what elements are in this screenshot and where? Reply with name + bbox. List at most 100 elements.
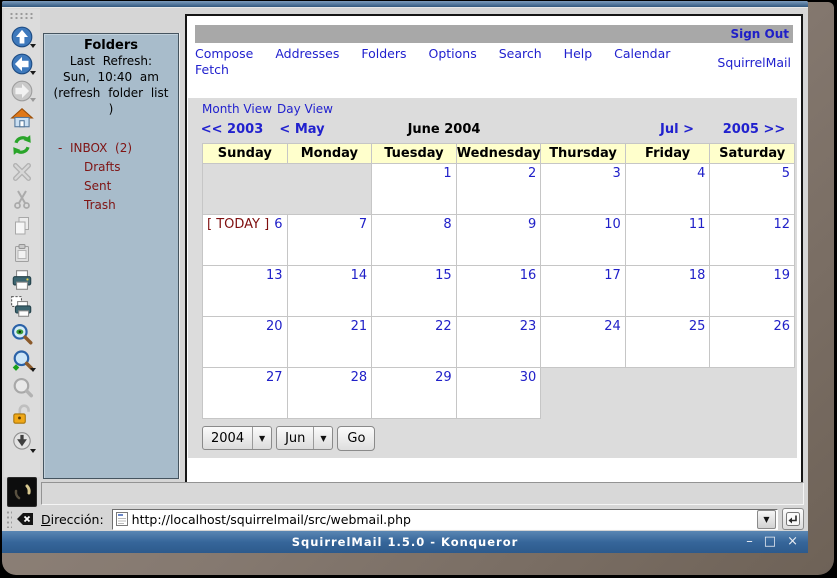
next-month-link[interactable]: Jul > [660, 122, 694, 137]
day-link-15[interactable]: 15 [435, 268, 452, 283]
url-input[interactable]: http://localhost/squirrelmail/src/webmai… [132, 512, 757, 527]
clear-location-icon[interactable] [16, 511, 35, 527]
print-button[interactable] [7, 266, 37, 293]
folder-item-trash[interactable]: Trash [58, 196, 178, 215]
day-link-11[interactable]: 11 [689, 217, 706, 232]
day-link-25[interactable]: 25 [689, 319, 706, 334]
day-link-24[interactable]: 24 [604, 319, 621, 334]
refresh-folder-list-link[interactable]: (refresh folder list [44, 85, 178, 101]
month-select[interactable]: Jun ▼ [276, 426, 333, 450]
calendar-day-cell-11[interactable]: 11 [625, 215, 710, 266]
day-view-link[interactable]: Day View [277, 102, 333, 116]
calendar-day-cell-8[interactable]: 8 [372, 215, 457, 266]
folder-item-sent[interactable]: Sent [58, 177, 178, 196]
refresh-folder-list-link-close[interactable]: ) [44, 101, 178, 117]
calendar-day-cell-21[interactable]: 21 [287, 317, 372, 368]
up-button[interactable] [7, 23, 37, 50]
location-dropdown-button[interactable]: ▼ [757, 510, 776, 529]
squirrelmail-link[interactable]: SquirrelMail [717, 55, 791, 70]
calendar-day-cell-28[interactable]: 28 [287, 368, 372, 419]
calendar-day-cell-10[interactable]: 10 [541, 215, 626, 266]
calendar-day-cell-5[interactable]: 5 [710, 164, 795, 215]
security-button[interactable] [7, 401, 37, 428]
day-link-20[interactable]: 20 [266, 319, 283, 334]
calendar-day-cell-3[interactable]: 3 [541, 164, 626, 215]
location-toolbar-grip[interactable] [6, 510, 12, 528]
calendar-day-cell-18[interactable]: 18 [625, 266, 710, 317]
day-link-8[interactable]: 8 [443, 217, 451, 232]
day-link-4[interactable]: 4 [697, 166, 705, 181]
day-link-27[interactable]: 27 [266, 370, 283, 385]
day-link-1[interactable]: 1 [443, 166, 451, 181]
calendar-day-cell-7[interactable]: 7 [287, 215, 372, 266]
calendar-day-cell-16[interactable]: 16 [456, 266, 541, 317]
calendar-day-cell-20[interactable]: 20 [203, 317, 288, 368]
close-button[interactable]: × [787, 531, 798, 553]
nav-link-options[interactable]: Options [428, 46, 476, 62]
calendar-day-cell-23[interactable]: 23 [456, 317, 541, 368]
window-titlebar[interactable]: SquirrelMail 1.5.0 - Konqueror – □ × [2, 531, 808, 553]
calendar-day-cell-13[interactable]: 13 [203, 266, 288, 317]
find-button[interactable] [7, 320, 37, 347]
nav-link-compose[interactable]: Compose [195, 46, 253, 62]
folder-item-inbox[interactable]: - INBOX (2) [58, 139, 178, 158]
prev-year-link[interactable]: << 2003 [201, 122, 264, 137]
back-button[interactable] [7, 50, 37, 77]
next-year-link[interactable]: 2005 >> [723, 122, 786, 137]
home-button[interactable] [7, 104, 37, 131]
day-link-29[interactable]: 29 [435, 370, 452, 385]
calendar-day-cell-29[interactable]: 29 [372, 368, 457, 419]
calendar-day-cell-12[interactable]: 12 [710, 215, 795, 266]
day-link-10[interactable]: 10 [604, 217, 621, 232]
prev-month-link[interactable]: < May [279, 122, 324, 137]
nav-link-fetch[interactable]: Fetch [195, 62, 229, 78]
print-frame-button[interactable] [7, 293, 37, 320]
go-location-button[interactable] [782, 508, 804, 530]
day-link-30[interactable]: 30 [520, 370, 537, 385]
day-link-6[interactable]: 6 [274, 217, 282, 232]
go-button[interactable]: Go [337, 426, 375, 451]
minimize-button[interactable]: – [746, 531, 753, 553]
nav-link-help[interactable]: Help [564, 46, 593, 62]
nav-link-addresses[interactable]: Addresses [275, 46, 339, 62]
day-link-7[interactable]: 7 [359, 217, 367, 232]
day-link-23[interactable]: 23 [520, 319, 537, 334]
day-link-13[interactable]: 13 [266, 268, 283, 283]
day-link-5[interactable]: 5 [782, 166, 790, 181]
day-link-3[interactable]: 3 [613, 166, 621, 181]
calendar-day-cell-15[interactable]: 15 [372, 266, 457, 317]
day-link-18[interactable]: 18 [689, 268, 706, 283]
day-link-22[interactable]: 22 [435, 319, 452, 334]
up-dropdown-arrow-icon[interactable] [30, 44, 36, 48]
calendar-day-cell-19[interactable]: 19 [710, 266, 795, 317]
day-link-14[interactable]: 14 [351, 268, 368, 283]
day-link-19[interactable]: 19 [773, 268, 790, 283]
day-link-9[interactable]: 9 [528, 217, 536, 232]
maximize-button[interactable]: □ [764, 531, 776, 553]
year-select[interactable]: 2004 ▼ [202, 426, 272, 450]
calendar-day-cell-2[interactable]: 2 [456, 164, 541, 215]
back-dropdown-arrow-icon[interactable] [30, 71, 36, 75]
calendar-day-cell-30[interactable]: 30 [456, 368, 541, 419]
calendar-day-cell-4[interactable]: 4 [625, 164, 710, 215]
nav-link-calendar[interactable]: Calendar [614, 46, 670, 62]
day-link-2[interactable]: 2 [528, 166, 536, 181]
calendar-day-cell-9[interactable]: 9 [456, 215, 541, 266]
calendar-day-cell-17[interactable]: 17 [541, 266, 626, 317]
calendar-day-cell-27[interactable]: 27 [203, 368, 288, 419]
calendar-day-cell-26[interactable]: 26 [710, 317, 795, 368]
scroll-down-dropdown-arrow-icon[interactable] [30, 449, 36, 453]
day-link-16[interactable]: 16 [520, 268, 537, 283]
day-link-28[interactable]: 28 [351, 370, 368, 385]
toolbar-grip-handle[interactable] [9, 12, 35, 19]
zoom-in-dropdown-arrow-icon[interactable] [30, 368, 36, 372]
calendar-day-cell-6[interactable]: [ TODAY ]6 [203, 215, 288, 266]
day-link-12[interactable]: 12 [773, 217, 790, 232]
calendar-day-cell-22[interactable]: 22 [372, 317, 457, 368]
reload-button[interactable] [7, 131, 37, 158]
calendar-day-cell-24[interactable]: 24 [541, 317, 626, 368]
day-link-21[interactable]: 21 [351, 319, 368, 334]
scroll-down-button[interactable] [7, 428, 37, 455]
calendar-day-cell-14[interactable]: 14 [287, 266, 372, 317]
zoom-in-button[interactable] [7, 347, 37, 374]
